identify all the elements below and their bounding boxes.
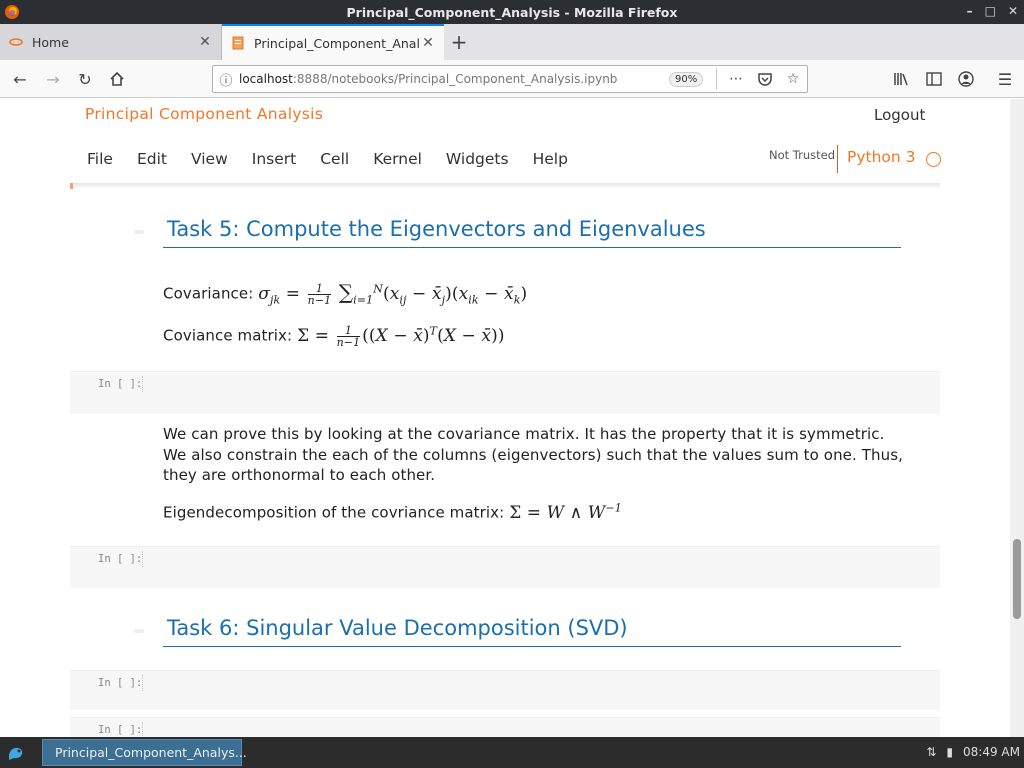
page-actions-icon[interactable]: ⋯ [727, 70, 745, 88]
anchor-marker [134, 230, 144, 234]
zoom-level-badge[interactable]: 90% [669, 72, 704, 87]
back-icon[interactable]: ← [9, 68, 31, 90]
notebook-menubar: File Edit View Insert Cell Kernel Widget… [75, 144, 580, 174]
code-cell[interactable]: In [ ]: [70, 546, 940, 588]
clock[interactable]: 08:49 AM [963, 745, 1020, 759]
input-prompt: In [ ]: [98, 553, 143, 565]
task6-heading: Task 6: Singular Value Decomposition (SV… [163, 616, 901, 647]
code-input[interactable] [142, 551, 143, 567]
url-host: localhost [239, 72, 293, 86]
code-cell[interactable]: In [ ]: [70, 670, 940, 710]
jupyter-favicon-icon [8, 34, 24, 50]
urlbar-separator [716, 68, 717, 90]
paragraph-line: We also constrain the each of the column… [163, 445, 904, 464]
sidebar-icon[interactable] [923, 68, 945, 90]
coviance-matrix-label: Coviance matrix: [163, 326, 293, 345]
code-cell[interactable]: In [ ]: [70, 717, 940, 737]
home-icon[interactable] [106, 68, 128, 90]
code-input[interactable] [142, 722, 143, 737]
covariance-equation: σjk = 1 n−1 ∑i=1N(xij − x̄j)(xik − x̄k) [258, 279, 528, 307]
volume-icon[interactable]: ▮ [946, 745, 953, 759]
tab-label-notebook: Principal_Component_Analysis [254, 35, 420, 51]
taskbar: Principal_Component_Analys... ⇅ ▮ 08:49 … [0, 737, 1024, 768]
scrollbar-thumb[interactable] [1013, 539, 1021, 619]
trust-status[interactable]: Not Trusted [769, 148, 835, 162]
tab-notebook[interactable]: Principal_Component_Analysis ✕ [222, 24, 444, 60]
url-bar[interactable]: ⓘ localhost:8888/notebooks/Principal_Com… [212, 65, 808, 93]
kernel-name[interactable]: Python 3 [847, 148, 916, 166]
code-input[interactable] [142, 376, 143, 392]
page-content: Principal Component Analysis Logout File… [0, 99, 1024, 737]
kernel-separator [837, 145, 838, 173]
window-title: Principal_Component_Analysis - Mozilla F… [346, 4, 678, 20]
tab-strip: Home ✕ Principal_Component_Analysis ✕ + [0, 24, 1024, 60]
forward-icon[interactable]: → [42, 68, 64, 90]
code-cell[interactable]: In [ ]: [70, 371, 940, 414]
firefox-icon [5, 5, 19, 19]
notebook-title[interactable]: Principal Component Analysis [85, 105, 323, 123]
hamburger-menu-icon[interactable]: ☰ [994, 68, 1016, 90]
system-tray: ⇅ ▮ 08:49 AM [926, 745, 1020, 759]
explanation-paragraph: We can prove this by looking at the cova… [163, 424, 903, 486]
anchor-marker [134, 629, 144, 633]
markdown-cell[interactable]: Task 5: Compute the Eigenvectors and Eig… [163, 217, 901, 248]
taskbar-item-label: Principal_Component_Analys... [55, 745, 247, 760]
window-controls: – □ ✕ [967, 4, 1018, 18]
eigendecomposition-formula: Eigendecomposition of the covriance matr… [163, 498, 622, 523]
pocket-icon[interactable] [756, 70, 774, 88]
tab-close-icon[interactable]: ✕ [420, 35, 436, 51]
tab-home[interactable]: Home ✕ [0, 24, 222, 60]
account-icon[interactable] [955, 68, 977, 90]
eigen-label: Eigendecomposition of the covriance matr… [163, 503, 505, 522]
url-path: :8888/notebooks/Principal_Component_Anal… [292, 72, 618, 86]
window-titlebar: Principal_Component_Analysis - Mozilla F… [0, 0, 1024, 24]
menu-widgets[interactable]: Widgets [434, 144, 521, 174]
menu-insert[interactable]: Insert [240, 144, 308, 174]
input-prompt: In [ ]: [98, 724, 143, 736]
menu-edit[interactable]: Edit [125, 144, 179, 174]
taskbar-firefox-item[interactable]: Principal_Component_Analys... [42, 739, 247, 766]
reload-icon[interactable]: ↻ [74, 68, 96, 90]
covariance-label: Covariance: [163, 284, 254, 303]
task5-heading: Task 5: Compute the Eigenvectors and Eig… [163, 217, 901, 248]
input-prompt: In [ ]: [98, 378, 143, 390]
menu-cell[interactable]: Cell [308, 144, 361, 174]
covariance-formula: Covariance: σjk = 1 n−1 ∑i=1N(xij − x̄j)(… [163, 279, 527, 311]
covariance-matrix-equation: Σ = 1 n−1 ((X − x̄)T(X − x̄)) [297, 323, 505, 349]
menu-file[interactable]: File [75, 144, 125, 174]
code-input[interactable] [142, 675, 143, 691]
library-icon[interactable] [891, 68, 913, 90]
eigendecomposition-equation: Σ = W ∧ W−1 [509, 501, 622, 523]
logout-button[interactable]: Logout [866, 104, 933, 126]
close-icon[interactable]: ✕ [1008, 4, 1018, 18]
menu-view[interactable]: View [179, 144, 240, 174]
info-icon[interactable]: ⓘ [213, 70, 239, 89]
markdown-cell[interactable]: Task 6: Singular Value Decomposition (SV… [163, 616, 901, 647]
tab-label-home: Home [32, 34, 69, 50]
menu-kernel[interactable]: Kernel [361, 144, 434, 174]
header-divider [70, 183, 940, 189]
maximize-icon[interactable]: □ [985, 4, 996, 18]
new-tab-button[interactable]: + [444, 24, 474, 60]
tab-close-icon[interactable]: ✕ [197, 34, 213, 50]
paragraph-line: We can prove this by looking at the cova… [163, 425, 885, 443]
network-icon[interactable]: ⇅ [926, 745, 936, 759]
vertical-scrollbar[interactable] [1010, 99, 1024, 737]
kernel-idle-icon [926, 152, 941, 167]
input-prompt: In [ ]: [98, 677, 143, 689]
xfce-start-icon[interactable] [6, 743, 26, 763]
navigation-bar: ← → ↻ ⓘ localhost:8888/notebooks/Princip… [0, 60, 1024, 98]
paragraph-line: they are orthonormal to each other. [163, 466, 436, 484]
minimize-icon[interactable]: – [967, 4, 973, 18]
menu-help[interactable]: Help [521, 144, 580, 174]
notebook-favicon-icon [230, 35, 246, 51]
bookmark-star-icon[interactable]: ☆ [784, 70, 802, 88]
covariance-matrix-formula: Coviance matrix: Σ = 1 n−1 ((X − x̄)T(X − … [163, 321, 505, 348]
